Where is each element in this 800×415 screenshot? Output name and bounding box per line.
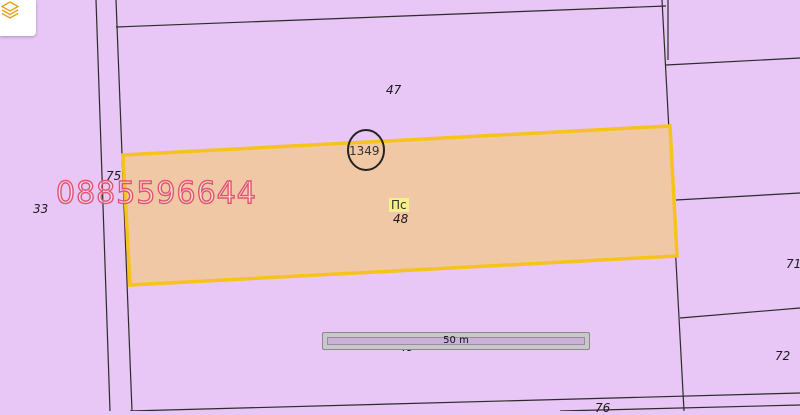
parcel-number-72: 72 <box>775 349 791 363</box>
parcel-number-33: 33 <box>33 202 49 216</box>
layers-button[interactable] <box>0 0 36 36</box>
watermark-phone-number: 0885596644 <box>55 175 257 211</box>
land-use-code: Пс <box>389 198 409 212</box>
cadastral-map[interactable]: 47 48 49 33 75 71 72 76 1349 Пс 08855966… <box>0 0 800 415</box>
parcel-number-71: 71 <box>786 257 800 271</box>
parcel-number-76: 76 <box>595 401 611 415</box>
scale-label: 50 m <box>443 335 469 346</box>
parcel-number-48: 48 <box>393 212 409 226</box>
parcel-number-47: 47 <box>386 83 402 97</box>
building-number: 1349 <box>349 144 380 158</box>
scale-bar: 50 m <box>322 332 590 350</box>
